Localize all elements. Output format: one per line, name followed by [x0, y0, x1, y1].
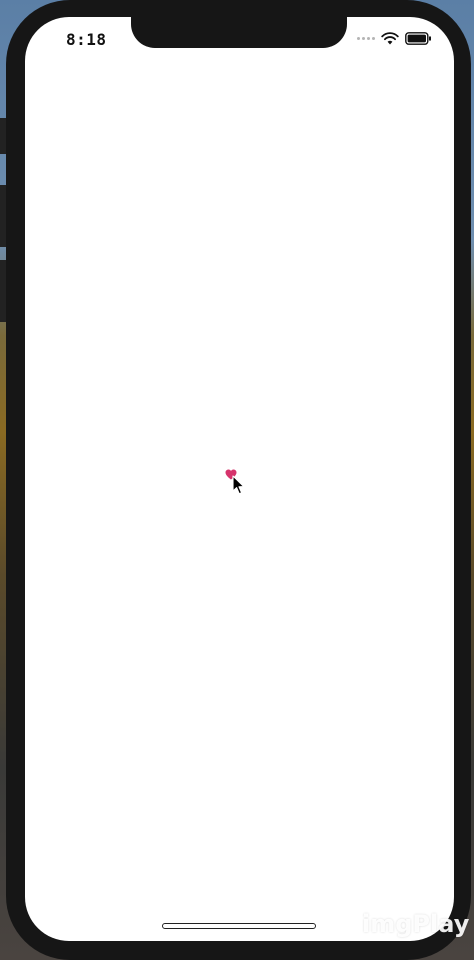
screen: 8:18: [25, 17, 454, 941]
mouse-pointer-icon: [232, 475, 245, 495]
home-indicator[interactable]: [162, 923, 316, 929]
notch: [131, 17, 347, 48]
battery-icon: [405, 32, 431, 45]
wifi-icon: [381, 32, 399, 45]
cellular-signal-icon: [357, 37, 375, 40]
watermark-logo: imgPlay: [362, 910, 470, 938]
status-time: 8:18: [66, 30, 107, 49]
status-icons: [357, 32, 432, 45]
